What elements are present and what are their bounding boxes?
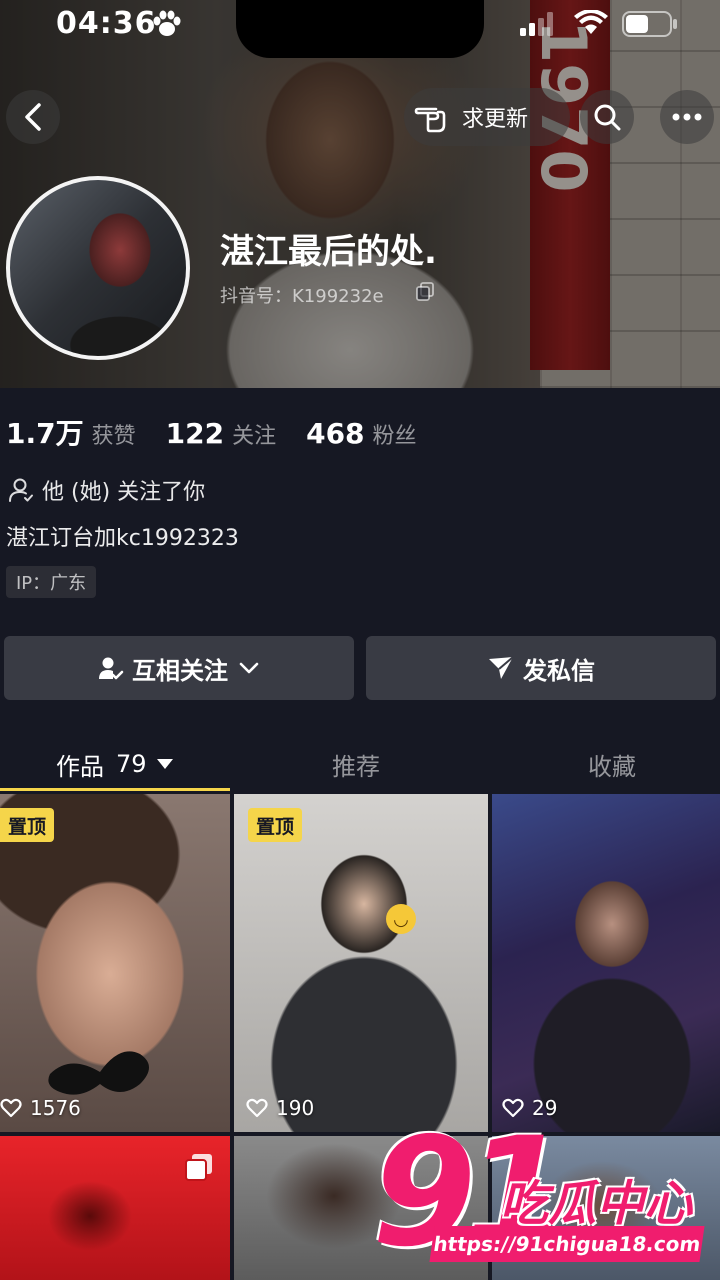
video-likes: 190 bbox=[246, 1096, 314, 1120]
signal-icon bbox=[520, 12, 553, 36]
video-likes-count: 190 bbox=[276, 1096, 315, 1120]
watermark-logo-text: 吃瓜中心 bbox=[500, 1176, 693, 1232]
wifi-icon bbox=[574, 10, 608, 34]
more-dots-icon bbox=[672, 113, 702, 121]
search-icon bbox=[594, 104, 621, 131]
display-name: 湛江最后的处. bbox=[220, 232, 437, 272]
user-check-icon bbox=[99, 657, 124, 680]
profile-stats: 1.7万 获赞 122 关注 468 粉丝 bbox=[6, 412, 447, 452]
mutual-follow-label: 互相关注 bbox=[132, 656, 228, 685]
followers-label[interactable]: 粉丝 bbox=[373, 418, 417, 450]
user-follow-icon bbox=[9, 478, 33, 502]
send-message-button[interactable]: 发私信 bbox=[366, 636, 716, 700]
pinned-badge: 置顶 bbox=[0, 808, 55, 842]
heart-icon bbox=[246, 1098, 268, 1118]
bio: 湛江订台加kc1992323 bbox=[6, 526, 239, 551]
status-time: 04:36 bbox=[56, 6, 157, 41]
caret-down-icon bbox=[156, 759, 173, 769]
multi-image-icon bbox=[185, 1154, 212, 1181]
paw-icon bbox=[153, 10, 181, 36]
likes-label[interactable]: 获赞 bbox=[92, 418, 136, 450]
send-message-label: 发私信 bbox=[523, 656, 595, 685]
request-update-label: 求更新 bbox=[462, 107, 529, 132]
heart-icon bbox=[0, 1098, 22, 1118]
pointing-hand-icon bbox=[414, 107, 446, 133]
back-button[interactable] bbox=[6, 90, 60, 144]
pinned-badge: 置顶 bbox=[248, 808, 303, 842]
camera-notch bbox=[236, 0, 484, 58]
tab-works-label: 作品 bbox=[56, 752, 104, 781]
avatar[interactable] bbox=[6, 176, 190, 360]
video-likes-count: 1576 bbox=[30, 1096, 81, 1120]
following-label[interactable]: 关注 bbox=[232, 418, 276, 450]
sweat-smile-emoji-icon: ◡ bbox=[386, 904, 416, 934]
tab-favorites[interactable]: 收藏 bbox=[588, 736, 636, 792]
tab-works-count: 79 bbox=[116, 750, 147, 778]
video-thumbnail[interactable] bbox=[0, 1136, 230, 1280]
follows-you-text: 他 (她) 关注了你 bbox=[42, 480, 206, 505]
search-button[interactable] bbox=[580, 90, 634, 144]
likes-count[interactable]: 1.7万 bbox=[6, 412, 84, 452]
video-likes: 1576 bbox=[0, 1096, 81, 1120]
active-tab-indicator bbox=[0, 788, 230, 791]
ip-location-badge: IP：广东 bbox=[6, 566, 97, 598]
watermark-url: https://91chigua18.com bbox=[429, 1226, 705, 1262]
copy-icon[interactable] bbox=[416, 282, 434, 302]
chevron-left-icon bbox=[25, 103, 41, 131]
more-button[interactable] bbox=[660, 90, 714, 144]
douyin-id: 抖音号：K199232e bbox=[220, 286, 384, 307]
chevron-down-icon bbox=[239, 662, 259, 674]
battery-icon bbox=[622, 11, 677, 37]
mutual-follow-button[interactable]: 互相关注 bbox=[4, 636, 354, 700]
following-count[interactable]: 122 bbox=[166, 417, 224, 450]
mustache-sticker bbox=[48, 1051, 150, 1095]
tab-works[interactable]: 作品 79 bbox=[56, 736, 173, 792]
video-thumbnail[interactable]: 置顶 1576 bbox=[0, 794, 230, 1132]
follows-you-indicator: 他 (她) 关注了你 bbox=[8, 474, 205, 506]
followers-count[interactable]: 468 bbox=[306, 417, 364, 450]
paper-plane-icon bbox=[489, 656, 514, 679]
video-thumbnail[interactable]: ◡ 置顶 190 bbox=[234, 794, 488, 1132]
request-update-button[interactable]: 求更新 bbox=[404, 88, 570, 146]
tab-recommend[interactable]: 推荐 bbox=[332, 736, 380, 792]
video-thumbnail[interactable]: 29 bbox=[492, 794, 720, 1132]
